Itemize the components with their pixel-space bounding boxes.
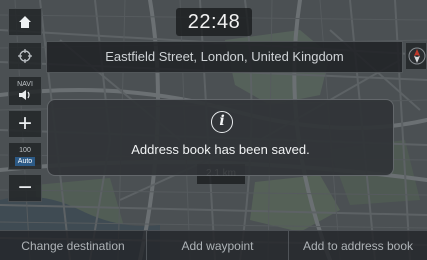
navigation-screen: 22:48 Eastfield Street, London, United K… — [0, 0, 427, 260]
compass-icon — [408, 47, 426, 65]
compass-button[interactable] — [405, 42, 427, 70]
plus-icon: + — [17, 110, 32, 137]
crosshair-icon — [18, 49, 32, 63]
notification-toast: i Address book has been saved. — [47, 99, 394, 176]
navi-label: NAVI — [17, 81, 33, 88]
minus-icon: − — [17, 174, 32, 201]
toast-message: Address book has been saved. — [131, 142, 310, 157]
current-address-bar[interactable]: Eastfield Street, London, United Kingdom — [46, 41, 403, 73]
scale-auto-button[interactable]: 100 Auto — [8, 142, 42, 170]
add-to-address-book-button[interactable]: Add to address book — [288, 230, 427, 260]
zoom-out-button[interactable]: − — [8, 174, 42, 202]
scale-label: 100 — [19, 146, 31, 154]
home-button[interactable] — [8, 8, 42, 36]
speaker-icon — [19, 90, 30, 100]
auto-zoom-badge: Auto — [14, 156, 36, 166]
clock: 22:48 — [176, 8, 252, 36]
add-waypoint-button[interactable]: Add waypoint — [146, 230, 288, 260]
navi-volume-button[interactable]: NAVI — [8, 76, 42, 106]
zoom-in-button[interactable]: + — [8, 110, 42, 138]
home-icon — [19, 16, 31, 28]
locate-button[interactable] — [8, 42, 42, 70]
change-destination-button[interactable]: Change destination — [0, 230, 146, 260]
info-icon: i — [211, 111, 233, 133]
